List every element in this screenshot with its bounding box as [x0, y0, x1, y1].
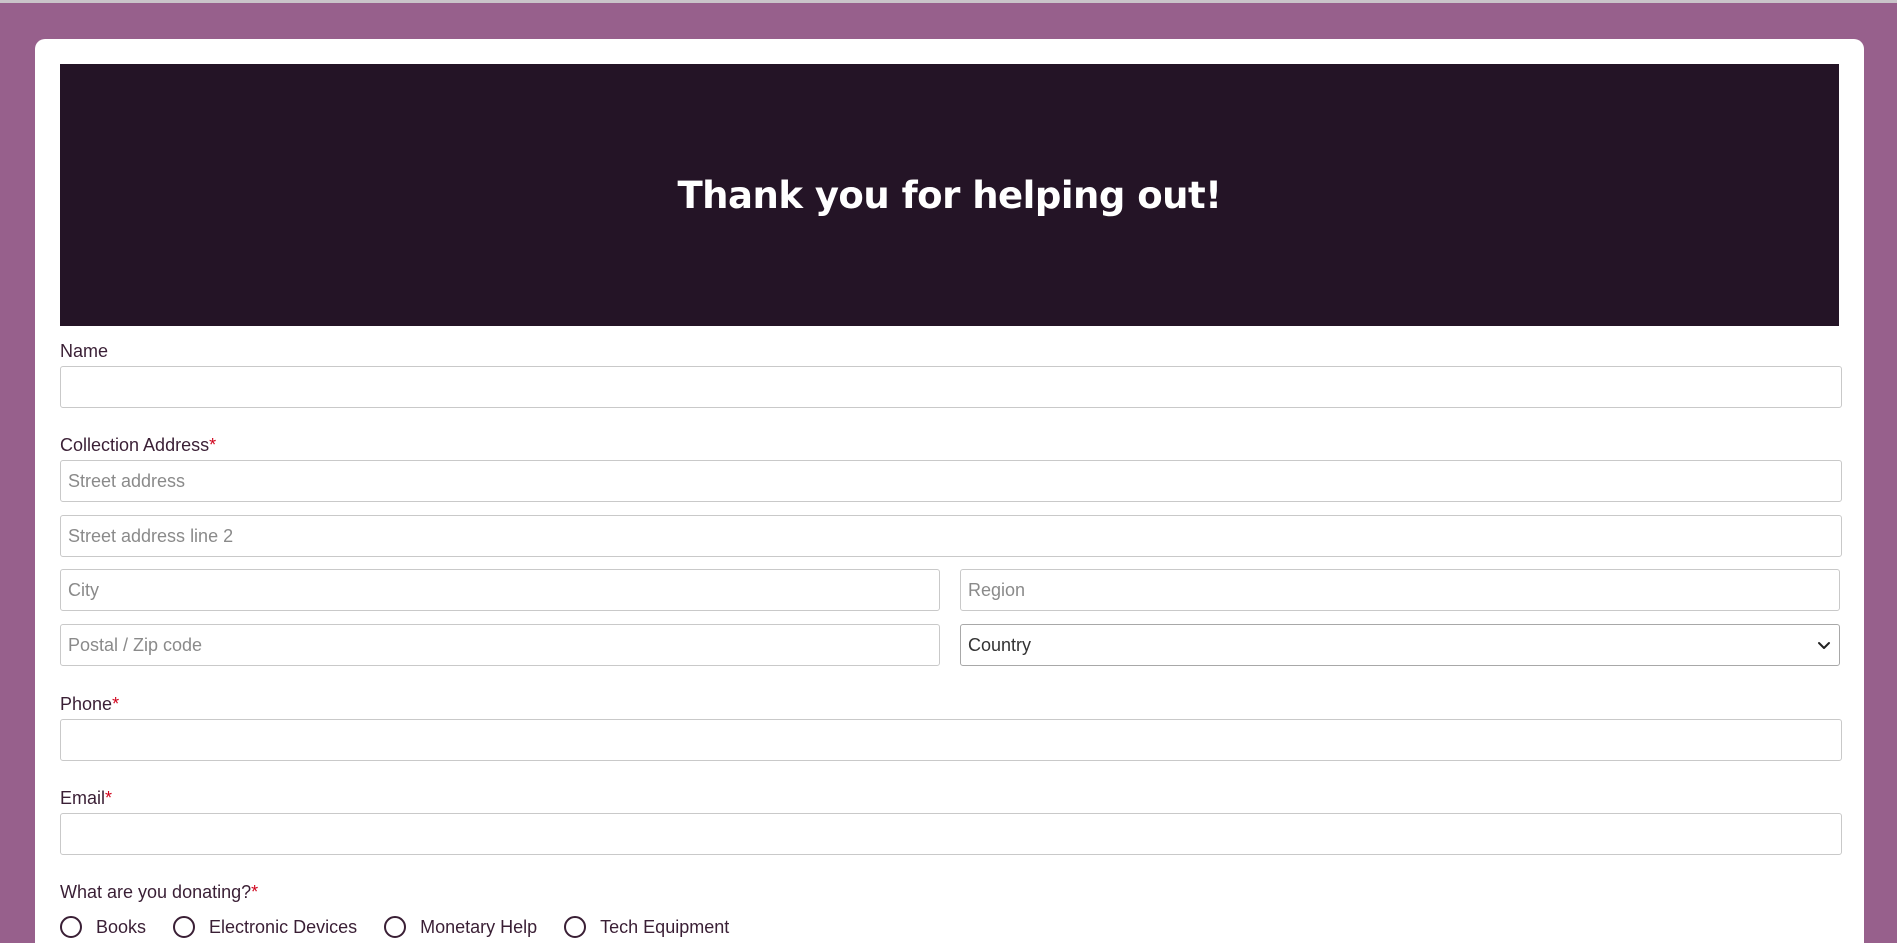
phone-label: Phone*	[60, 694, 119, 715]
required-asterisk: *	[251, 882, 259, 902]
region-input[interactable]	[960, 569, 1840, 611]
phone-label-text: Phone	[60, 694, 113, 714]
city-input[interactable]	[60, 569, 940, 611]
donation-label-text: What are you donating?	[60, 882, 252, 902]
banner-title: Thank you for helping out!	[677, 173, 1222, 217]
required-asterisk: *	[112, 694, 120, 714]
country-select[interactable]: Country	[960, 624, 1840, 666]
radio-label: Books	[96, 916, 147, 937]
collection-address-label-text: Collection Address	[60, 435, 210, 455]
radio-label: Electronic Devices	[209, 916, 358, 937]
email-label: Email*	[60, 788, 112, 809]
donation-label: What are you donating?*	[60, 882, 258, 903]
name-input[interactable]	[60, 366, 1842, 408]
name-label-text: Name	[60, 341, 109, 361]
donation-option-tech-equipment[interactable]: Tech Equipment	[564, 916, 729, 938]
postal-code-input[interactable]	[60, 624, 940, 666]
email-label-text: Email	[60, 788, 106, 808]
radio-label: Tech Equipment	[600, 916, 730, 937]
header-banner: Thank you for helping out!	[60, 64, 1839, 326]
radio-button[interactable]	[384, 916, 407, 938]
donation-option-electronic-devices[interactable]: Electronic Devices	[173, 916, 357, 938]
radio-button[interactable]	[173, 916, 196, 938]
radio-button[interactable]	[60, 916, 82, 938]
browser-top-line	[0, 0, 1897, 3]
donation-option-monetary-help[interactable]: Monetary Help	[384, 916, 537, 938]
phone-input[interactable]	[60, 719, 1842, 761]
email-input[interactable]	[60, 813, 1842, 855]
chevron-down-icon	[1816, 637, 1832, 653]
radio-label: Monetary Help	[420, 916, 538, 937]
street-address-line2-input[interactable]	[60, 515, 1842, 557]
donation-option-books[interactable]: Books	[60, 916, 146, 938]
required-asterisk: *	[105, 788, 113, 808]
donation-options: Books Electronic Devices Monetary Help T…	[60, 912, 756, 942]
required-asterisk: *	[209, 435, 217, 455]
radio-button[interactable]	[564, 916, 587, 938]
name-label: Name	[60, 341, 108, 362]
street-address-input[interactable]	[60, 460, 1842, 502]
form-card: Thank you for helping out! Name Collecti…	[35, 39, 1864, 943]
collection-address-label: Collection Address*	[60, 435, 216, 456]
country-select-value: Country	[968, 634, 1032, 655]
